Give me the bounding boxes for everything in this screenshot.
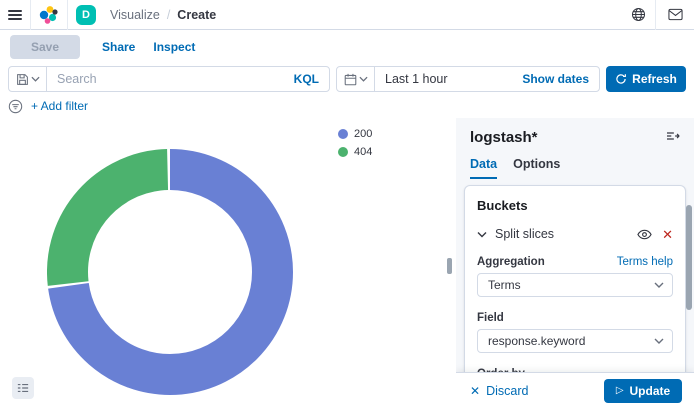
field-select[interactable]: response.keyword: [477, 329, 673, 353]
update-button[interactable]: ▷ Update: [604, 379, 682, 403]
saved-query-menu-button[interactable]: [9, 67, 47, 91]
collapse-panel-icon: [666, 130, 680, 142]
legend-item[interactable]: 404: [338, 146, 372, 158]
breadcrumb-separator: /: [167, 8, 170, 22]
split-slices-label[interactable]: Split slices: [495, 227, 554, 241]
kibana-visualize-app: D Visualize / Create S: [0, 0, 694, 408]
sidebar-tabs: Data Options: [470, 157, 682, 179]
hamburger-icon: [8, 8, 22, 22]
globe-icon: [631, 7, 646, 22]
split-slices-row: Split slices ✕: [477, 227, 673, 241]
toolbar-row: Save Share Inspect: [0, 30, 694, 64]
breadcrumb: Visualize / Create: [110, 8, 216, 22]
terms-help-link[interactable]: Terms help: [617, 256, 673, 268]
header-divider: [67, 0, 68, 30]
show-dates-button[interactable]: Show dates: [512, 72, 599, 86]
donut-svg[interactable]: [47, 149, 293, 395]
space-badge[interactable]: D: [76, 5, 96, 25]
help-button[interactable]: [621, 0, 655, 30]
chevron-down-icon: [31, 76, 40, 82]
legend-dot: [338, 129, 348, 139]
tab-data[interactable]: Data: [470, 157, 497, 179]
update-label: Update: [630, 384, 671, 398]
time-range-value[interactable]: Last 1 hour: [375, 72, 512, 86]
play-icon: ▷: [616, 385, 624, 396]
aggregation-value: Terms: [488, 278, 654, 292]
eye-icon[interactable]: [637, 229, 652, 240]
calendar-icon: [344, 73, 357, 86]
menu-button[interactable]: [0, 0, 30, 30]
date-picker: Last 1 hour Show dates: [336, 66, 600, 92]
sidebar-footer: ✕ Discard ▷ Update: [456, 372, 694, 408]
header-right: [621, 0, 694, 30]
chevron-down-icon: [359, 76, 368, 82]
legend-dot: [338, 147, 348, 157]
main-content: 200 404 logstash*: [0, 118, 694, 408]
refresh-icon: [615, 73, 627, 85]
legend-toggle-button[interactable]: [12, 377, 34, 399]
save-icon: [16, 73, 29, 86]
collapse-sidebar-button[interactable]: [664, 128, 682, 147]
chevron-down-icon[interactable]: [477, 231, 487, 238]
refresh-button[interactable]: Refresh: [606, 66, 686, 92]
chevron-down-icon: [654, 338, 664, 344]
kql-button[interactable]: KQL: [284, 72, 329, 86]
breadcrumb-current: Create: [177, 8, 216, 22]
filter-menu-button[interactable]: [8, 99, 23, 114]
filter-row: + Add filter: [0, 94, 694, 118]
sidebar-header: logstash*: [470, 128, 682, 147]
index-pattern-title: logstash*: [470, 129, 538, 146]
field-value: response.keyword: [488, 334, 654, 348]
chart-area: 200 404: [0, 118, 456, 408]
field-label: Field: [477, 312, 504, 324]
search-input[interactable]: [47, 72, 284, 86]
mail-icon: [668, 8, 683, 21]
chart-legend: 200 404: [338, 128, 372, 158]
aggregation-label: Aggregation: [477, 256, 545, 268]
date-quick-menu-button[interactable]: [337, 67, 375, 91]
remove-bucket-icon[interactable]: ✕: [662, 228, 673, 241]
legend-label: 404: [354, 146, 372, 158]
query-row: KQL Last 1 hour Show dates Refresh: [0, 64, 694, 94]
inspect-button[interactable]: Inspect: [153, 40, 195, 54]
legend-item[interactable]: 200: [338, 128, 372, 140]
donut-chart[interactable]: [47, 149, 293, 395]
close-icon: ✕: [470, 384, 480, 398]
aggregation-select[interactable]: Terms: [477, 273, 673, 297]
list-icon: [17, 382, 29, 394]
filter-icon: [8, 99, 23, 114]
elastic-logo[interactable]: [31, 0, 67, 30]
save-button[interactable]: Save: [10, 35, 80, 59]
share-button[interactable]: Share: [102, 40, 135, 54]
tab-options[interactable]: Options: [513, 157, 560, 179]
top-header: D Visualize / Create: [0, 0, 694, 30]
legend-label: 200: [354, 128, 372, 140]
breadcrumb-section[interactable]: Visualize: [110, 8, 160, 22]
elastic-logo-icon: [39, 5, 59, 25]
sidebar-scrollbar[interactable]: [686, 205, 692, 310]
panel-resizer-handle[interactable]: [447, 258, 452, 274]
query-bar: KQL: [8, 66, 330, 92]
discard-label: Discard: [486, 384, 528, 398]
chevron-down-icon: [654, 282, 664, 288]
refresh-label: Refresh: [632, 72, 677, 86]
buckets-title: Buckets: [477, 198, 673, 213]
vis-editor-sidebar: logstash* Data Options Buckets Split s: [456, 118, 694, 408]
add-filter-button[interactable]: + Add filter: [31, 99, 88, 113]
field-label-row: Field: [477, 312, 673, 324]
discard-button[interactable]: ✕ Discard: [470, 384, 528, 398]
bucket-actions: ✕: [637, 228, 673, 241]
newsfeed-button[interactable]: [656, 0, 694, 30]
aggregation-label-row: Aggregation Terms help: [477, 256, 673, 268]
